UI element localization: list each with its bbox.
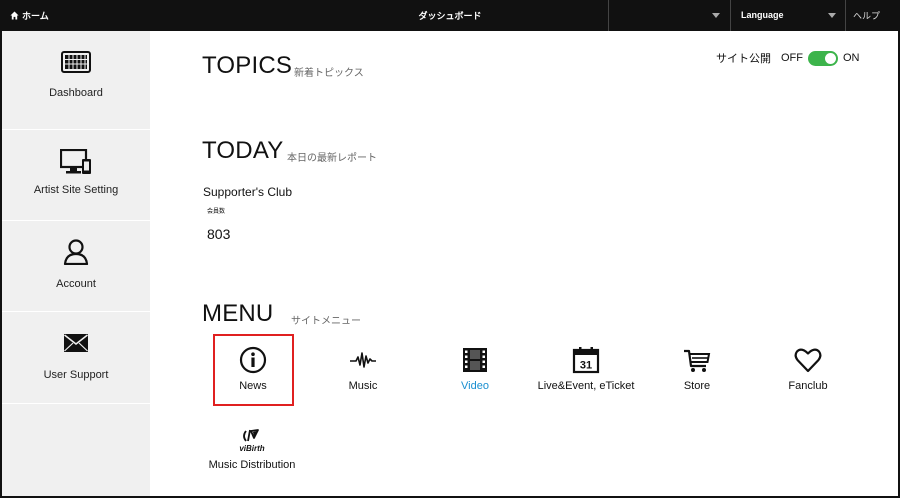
- window-frame: [0, 0, 900, 498]
